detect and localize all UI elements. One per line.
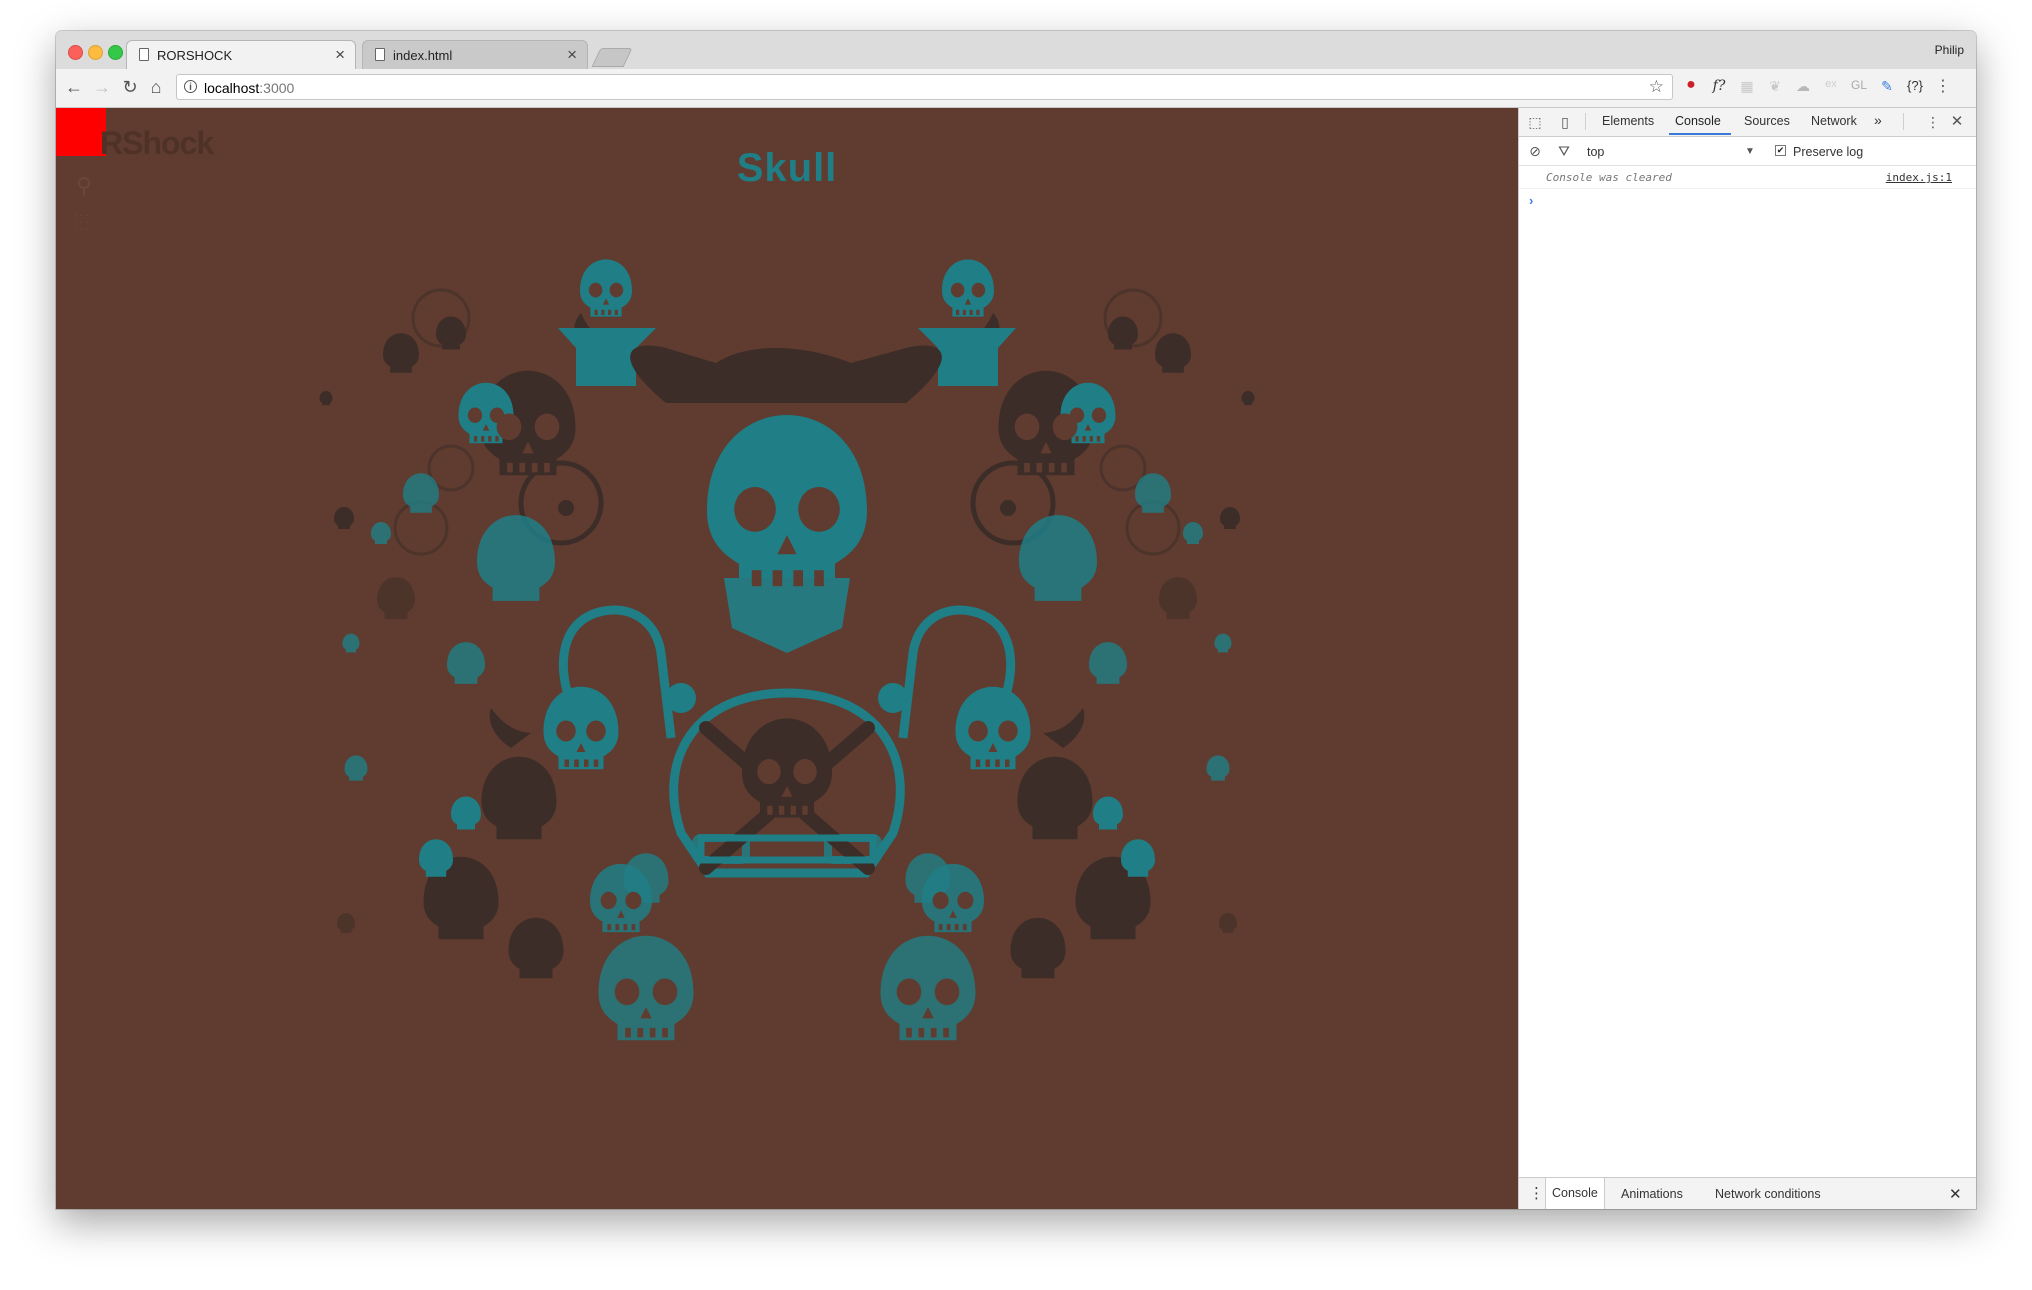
cloud-icon[interactable]: ☁ xyxy=(1792,78,1814,95)
tab-console[interactable]: Console xyxy=(1675,114,1721,128)
browser-window: RORSHOCK × index.html × Philip ← → ↻ ⌂ i… xyxy=(56,31,1976,1209)
address-port: :3000 xyxy=(259,80,295,96)
address-text[interactable]: localhost:3000 xyxy=(204,80,294,96)
divider xyxy=(1903,113,1904,130)
active-tab-indicator xyxy=(1669,133,1731,135)
console-message-source[interactable]: index.js:1 xyxy=(1886,171,1952,184)
bookmark-star-icon[interactable]: ☆ xyxy=(1649,77,1664,97)
devtools-tabbar: ⬚ ▯ Elements Console Sources Network » ⋮… xyxy=(1519,108,1976,137)
address-bar[interactable]: i localhost:3000 ☆ xyxy=(176,74,1673,100)
skull-rorschach-art xyxy=(56,108,1518,1209)
central-skull xyxy=(630,345,942,653)
clear-console-icon[interactable]: ⊘ xyxy=(1527,143,1543,159)
context-selector[interactable]: top xyxy=(1587,145,1604,159)
divider xyxy=(1585,113,1586,130)
grid-icon[interactable]: ▦ xyxy=(1736,78,1758,95)
devtools-menu-icon[interactable]: ⋮ xyxy=(1925,114,1941,130)
leaf-icon[interactable]: ❦ xyxy=(1764,78,1786,95)
console-message-text: Console was cleared xyxy=(1546,171,1672,184)
tab-network[interactable]: Network xyxy=(1811,114,1857,128)
document-icon xyxy=(375,48,385,61)
back-button[interactable]: ← xyxy=(62,77,86,97)
close-tab-icon[interactable]: × xyxy=(335,45,345,65)
minimize-window-button[interactable] xyxy=(88,45,103,60)
tab-title: index.html xyxy=(393,48,453,63)
device-toolbar-icon[interactable]: ▯ xyxy=(1557,114,1573,130)
drawer-menu-icon[interactable]: ⋮ xyxy=(1529,1184,1544,1202)
console-filter-bar: ⊘ ⛛ top ▼ ✔ Preserve log xyxy=(1519,137,1976,166)
json-icon[interactable]: {?} xyxy=(1904,78,1926,93)
preserve-log-checkbox[interactable]: ✔ xyxy=(1775,145,1786,156)
tab-sources[interactable]: Sources xyxy=(1744,114,1790,128)
pinterest-icon[interactable]: ● xyxy=(1680,76,1702,94)
gl-icon[interactable]: GL xyxy=(1848,78,1870,92)
tab-elements[interactable]: Elements xyxy=(1602,114,1654,128)
devtools-panel: ⬚ ▯ Elements Console Sources Network » ⋮… xyxy=(1518,108,1976,1209)
close-devtools-icon[interactable]: ✕ xyxy=(1949,114,1965,130)
drawer-tab-animations[interactable]: Animations xyxy=(1621,1187,1683,1201)
tab-title: RORSHOCK xyxy=(157,48,233,63)
console-message: Console was cleared index.js:1 xyxy=(1519,166,1976,189)
close-tab-icon[interactable]: × xyxy=(567,45,577,65)
more-tabs-icon[interactable]: » xyxy=(1874,112,1882,128)
page-viewport: RShock ⚲ ··· ··· ··· Skull xyxy=(56,108,1518,1209)
console-prompt-icon[interactable]: › xyxy=(1529,193,1533,208)
browser-toolbar: ← → ↻ ⌂ i localhost:3000 ☆ ● f? ▦ ❦ ☁ ex… xyxy=(56,69,1976,108)
close-drawer-icon[interactable]: ✕ xyxy=(1949,1185,1962,1203)
eyedropper-icon[interactable]: ✎ xyxy=(1876,78,1898,95)
devtools-drawer: ⋮ Console Animations Network conditions … xyxy=(1519,1177,1976,1209)
drawer-tab-console[interactable]: Console xyxy=(1545,1178,1605,1209)
browser-menu-icon[interactable]: ⋮ xyxy=(1932,76,1954,96)
tab-index-html[interactable]: index.html × xyxy=(362,40,588,69)
fontface-icon[interactable]: f? xyxy=(1708,78,1730,94)
forward-button[interactable]: → xyxy=(90,77,114,97)
zoom-window-button[interactable] xyxy=(108,45,123,60)
info-icon[interactable]: i xyxy=(184,80,197,93)
filter-icon[interactable]: ⛛ xyxy=(1556,143,1572,159)
profile-name[interactable]: Philip xyxy=(1935,43,1964,57)
page-title: Skull xyxy=(736,146,838,190)
reload-button[interactable]: ↻ xyxy=(118,77,142,97)
central-lower-skull xyxy=(669,688,905,878)
context-dropdown-arrow-icon[interactable]: ▼ xyxy=(1745,146,1755,157)
close-window-button[interactable] xyxy=(68,45,83,60)
ex-icon[interactable]: ex xyxy=(1820,78,1842,90)
inspect-element-icon[interactable]: ⬚ xyxy=(1527,114,1543,130)
grid-menu-icon[interactable]: ··· ··· ··· xyxy=(73,207,90,235)
address-host: localhost xyxy=(204,80,260,96)
tab-rorshock[interactable]: RORSHOCK × xyxy=(126,40,356,69)
drawer-tab-network-conditions[interactable]: Network conditions xyxy=(1715,1187,1821,1201)
home-button[interactable]: ⌂ xyxy=(144,77,168,97)
document-icon xyxy=(139,48,149,61)
new-tab-button[interactable] xyxy=(591,48,633,67)
preserve-log-label: Preserve log xyxy=(1793,145,1864,159)
tab-strip: RORSHOCK × index.html × Philip xyxy=(56,31,1976,69)
